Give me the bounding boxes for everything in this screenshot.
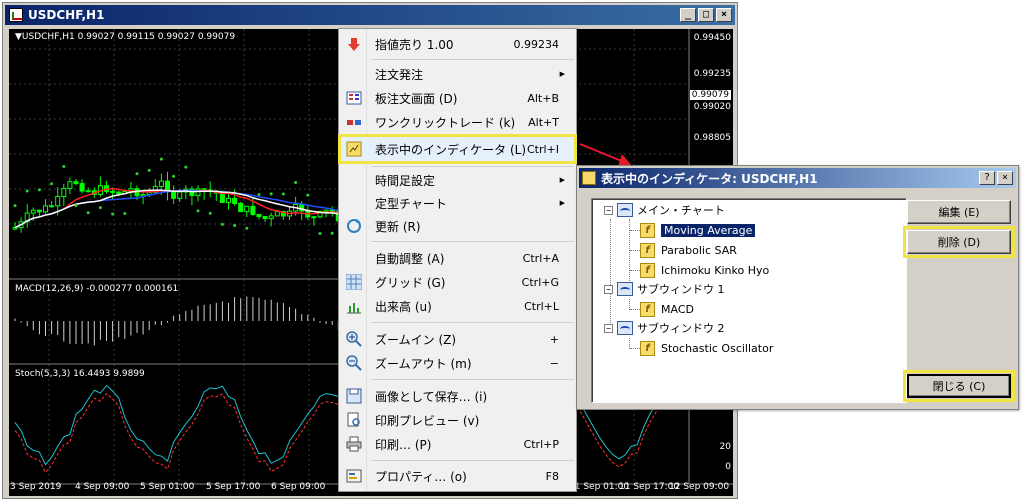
submenu-arrow-icon: ▶ (559, 199, 565, 207)
window-icon (617, 203, 633, 217)
zoom-out-icon (346, 355, 362, 371)
menu-separator (371, 166, 574, 167)
edit-button[interactable]: 編集 (E) (907, 200, 1011, 224)
menu-item-save-picture[interactable]: 画像として保存… (i) (340, 385, 575, 407)
menu-separator (371, 59, 574, 60)
delete-button[interactable]: 削除 (D) (903, 226, 1015, 258)
print-preview-icon (347, 412, 360, 427)
maximize-button[interactable]: □ (698, 8, 714, 22)
time-tick: 4 Sep 09:00 (75, 482, 130, 492)
collapse-icon[interactable]: − (604, 284, 613, 294)
menu-item-dom[interactable]: 板注文画面 (D) Alt+B (340, 87, 575, 109)
menu-item-zoom-in[interactable]: ズームイン (Z) + (340, 328, 575, 350)
price-tick: 0.99020 (693, 102, 731, 112)
menu-separator (371, 322, 574, 323)
dialog-close-button[interactable]: × (997, 171, 1013, 185)
tree-item-ichimoku[interactable]: f Ichimoku Kinko Hyo (640, 261, 769, 279)
price-tick: 0.99450 (693, 33, 731, 43)
tree-item-stochastic[interactable]: f Stochastic Oscillator (640, 339, 773, 357)
indicators-icon (582, 171, 596, 185)
indicator-icon: f (640, 340, 655, 356)
grid-icon (346, 274, 362, 290)
properties-icon (346, 469, 362, 483)
menu-item-timeframes[interactable]: 時間足設定 ▶ (340, 169, 575, 191)
window-icon (617, 321, 633, 335)
menu-separator (371, 241, 574, 242)
menu-item-zoom-out[interactable]: ズームアウト (m) − (340, 352, 575, 374)
tree-node-subwindow-1[interactable]: − サブウィンドウ 1 (604, 280, 725, 298)
menu-item-templates[interactable]: 定型チャート ▶ (340, 192, 575, 214)
indicator-icon: f (640, 242, 655, 258)
menu-item-print-preview[interactable]: 印刷プレビュー (v) (340, 409, 575, 431)
help-button[interactable]: ? (979, 171, 995, 185)
save-image-icon (346, 388, 362, 404)
tree-item-parabolic-sar[interactable]: f Parabolic SAR (640, 241, 737, 259)
chart-window-icon (9, 8, 23, 22)
main-chart-label: ▼USDCHF,H1 0.99027 0.99115 0.99027 0.990… (15, 32, 236, 42)
window-icon (617, 282, 633, 296)
volume-icon (347, 303, 361, 314)
tree-item-moving-average[interactable]: f Moving Average (640, 221, 756, 239)
menu-item-new-order[interactable]: 注文発注 ▶ (340, 63, 575, 85)
menu-separator (371, 460, 574, 461)
indicator-icon: f (640, 262, 655, 278)
stoch-level: 0 (725, 462, 731, 472)
indicator-icon: f (640, 301, 655, 317)
close-button[interactable]: × (716, 8, 732, 22)
dialog-title: 表示中のインディケータ: USDCHF,H1 (601, 171, 818, 186)
window-title: USDCHF,H1 (28, 8, 105, 22)
menu-item-properties[interactable]: プロパティ… (o) F8 (340, 465, 575, 487)
current-price: 0.99079 (689, 90, 731, 100)
dialog-close-ok-button[interactable]: 閉じる (C) (903, 370, 1015, 402)
dom-icon (346, 91, 362, 105)
collapse-icon[interactable]: − (604, 205, 613, 215)
menu-item-refresh[interactable]: 更新 (R) (340, 215, 575, 237)
collapse-icon[interactable]: − (604, 323, 613, 333)
price-tick: 0.98805 (693, 133, 731, 143)
time-tick: 3 Sep 2019 (10, 482, 62, 492)
menu-item-one-click[interactable]: ワンクリックトレード (k) Alt+T (340, 111, 575, 133)
submenu-arrow-icon: ▶ (559, 176, 565, 184)
one-click-icon (347, 120, 361, 125)
submenu-arrow-icon: ▶ (559, 70, 565, 78)
indicator-icon: f (640, 222, 655, 238)
menu-item-print[interactable]: 印刷… (P) Ctrl+P (340, 433, 575, 455)
tree-node-subwindow-2[interactable]: − サブウィンドウ 2 (604, 319, 725, 337)
menu-separator (371, 379, 574, 380)
time-tick: 5 Sep 17:00 (206, 482, 261, 492)
print-icon (346, 436, 362, 452)
window-titlebar[interactable]: USDCHF,H1 _ □ × (5, 5, 735, 25)
sell-arrow-icon (348, 38, 360, 51)
macd-label: MACD(12,26,9) -0.000277 0.000161 (15, 284, 179, 294)
tree-node-main-chart[interactable]: − メイン・チャート (604, 201, 725, 219)
indicator-tree[interactable]: − メイン・チャート f Moving Average f Parabolic … (591, 198, 907, 403)
time-tick: 12 Sep 09:00 (669, 482, 730, 492)
menu-item-indicators-list[interactable]: 表示中のインディケータ (L) Ctrl+I (338, 134, 577, 164)
indicators-dialog: 表示中のインディケータ: USDCHF,H1 ? × − メイン・チャート f … (576, 165, 1019, 410)
tree-item-macd[interactable]: f MACD (640, 300, 694, 318)
menu-item-autoscroll[interactable]: 自動調整 (A) Ctrl+A (340, 247, 575, 269)
time-tick: 6 Sep 09:00 (271, 482, 326, 492)
zoom-in-icon (346, 331, 362, 347)
menu-item-volumes[interactable]: 出来高 (u) Ctrl+L (340, 295, 575, 317)
menu-item-sell-limit[interactable]: 指値売り 1.00 0.99234 (340, 33, 575, 55)
stoch-level: 20 (719, 442, 731, 452)
stoch-label: Stoch(5,3,3) 16.4493 9.9899 (15, 369, 145, 379)
chart-context-menu: 指値売り 1.00 0.99234 注文発注 ▶ 板注文画面 (D) Alt+B… (338, 28, 577, 492)
refresh-icon (347, 219, 361, 233)
indicators-icon (346, 141, 362, 157)
dialog-titlebar[interactable]: 表示中のインディケータ: USDCHF,H1 (579, 168, 1016, 188)
menu-item-grid[interactable]: グリッド (G) Ctrl+G (340, 271, 575, 293)
price-tick: 0.99235 (693, 69, 731, 79)
time-tick: 5 Sep 01:00 (140, 482, 195, 492)
minimize-button[interactable]: _ (680, 8, 696, 22)
